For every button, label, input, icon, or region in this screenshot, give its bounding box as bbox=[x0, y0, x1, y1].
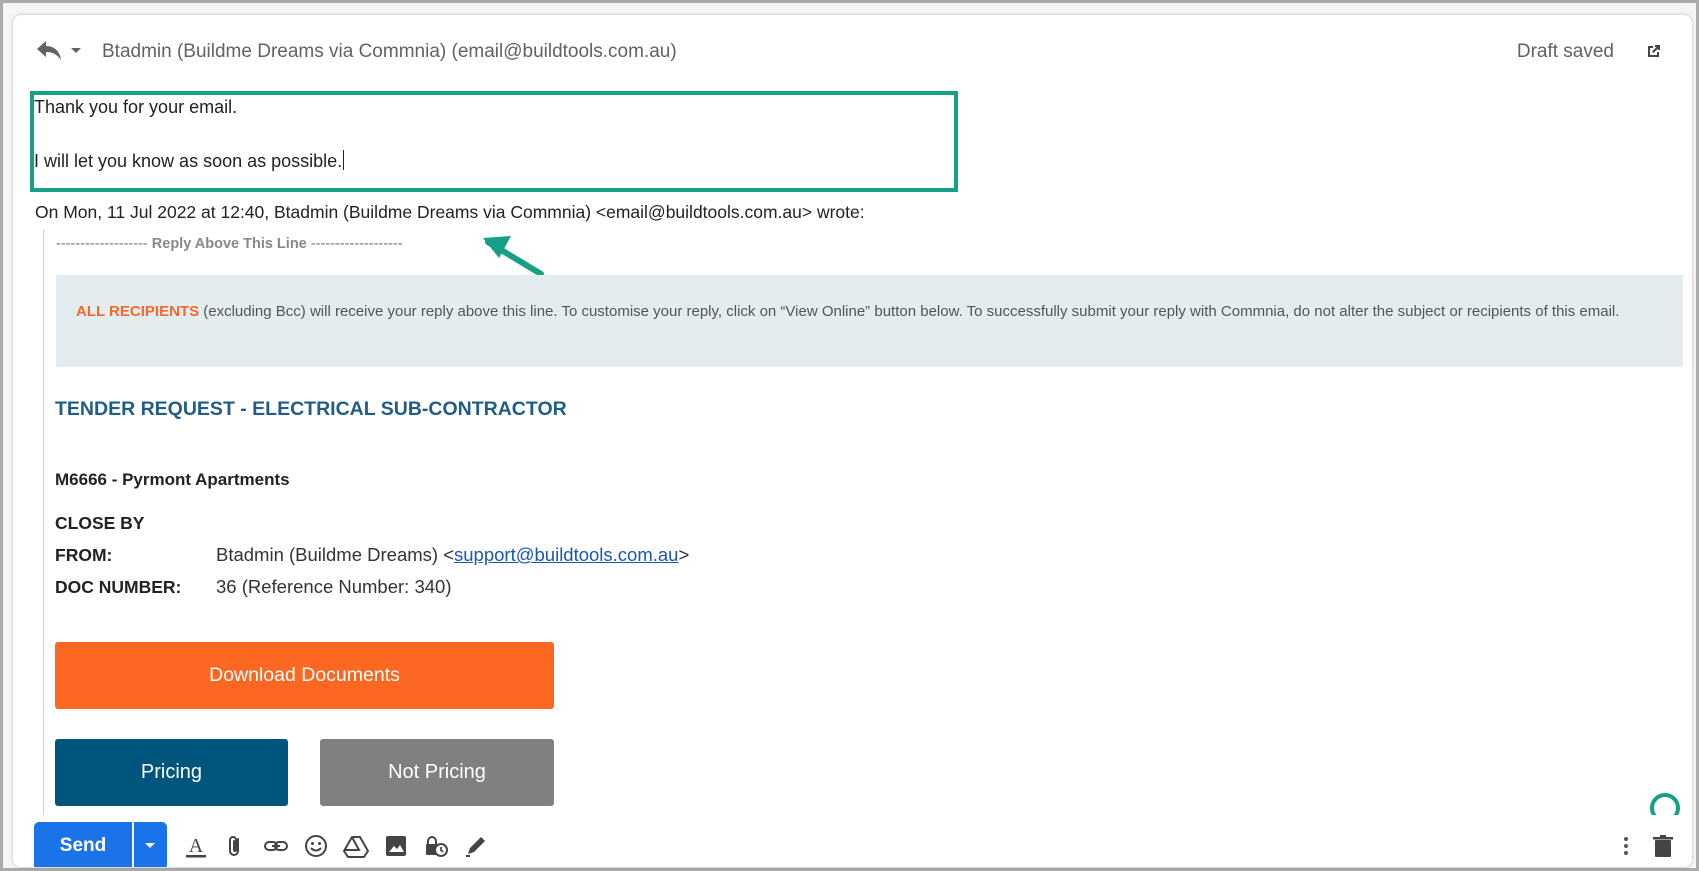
formatting-icon[interactable]: A bbox=[182, 832, 210, 860]
doc-number-label: DOC NUMBER: bbox=[55, 577, 182, 597]
quote-bar bbox=[43, 230, 44, 815]
reply-icon[interactable] bbox=[36, 39, 62, 61]
message-body[interactable]: Thank you for your email. I will let you… bbox=[13, 70, 1692, 815]
send-button[interactable]: Send bbox=[34, 822, 132, 867]
compose-card: Btadmin (Buildme Dreams via Commnia) (em… bbox=[13, 15, 1692, 867]
attach-icon[interactable] bbox=[222, 832, 250, 860]
recipients-notice: ALL RECIPIENTS (excluding Bcc) will rece… bbox=[56, 275, 1683, 367]
compose-toolbar: Send A bbox=[13, 815, 1692, 867]
reply-above-divider: ------------------- Reply Above This Lin… bbox=[56, 236, 403, 252]
confidential-icon[interactable] bbox=[422, 832, 450, 860]
divider-left: ------------------- bbox=[56, 236, 148, 252]
draft-status: Draft saved bbox=[1516, 41, 1614, 62]
compose-header: Btadmin (Buildme Dreams via Commnia) (em… bbox=[13, 15, 1692, 70]
link-icon[interactable] bbox=[262, 832, 290, 860]
reply-line-1[interactable]: Thank you for your email. bbox=[34, 97, 237, 118]
trash-icon[interactable] bbox=[1649, 832, 1677, 860]
drive-icon[interactable] bbox=[342, 832, 370, 860]
close-by-label: CLOSE BY bbox=[55, 513, 145, 533]
window-frame: Btadmin (Buildme Dreams via Commnia) (em… bbox=[3, 3, 1696, 868]
divider-right: ------------------- bbox=[310, 236, 403, 252]
from-email-link[interactable]: support@buildtools.com.au bbox=[454, 544, 678, 565]
recipient-header[interactable]: Btadmin (Buildme Dreams via Commnia) (em… bbox=[102, 41, 677, 63]
divider-label: Reply Above This Line bbox=[151, 236, 307, 252]
reply-line-2[interactable]: I will let you know as soon as possible. bbox=[34, 150, 345, 172]
more-options-icon[interactable] bbox=[1620, 832, 1632, 860]
download-documents-label: Download Documents bbox=[209, 664, 400, 686]
not-pricing-button[interactable]: Not Pricing bbox=[320, 739, 554, 806]
send-label: Send bbox=[59, 835, 107, 856]
project-name: M6666 - Pyrmont Apartments bbox=[55, 470, 290, 489]
from-label: FROM: bbox=[55, 545, 113, 565]
notice-text: (excluding Bcc) will receive your reply … bbox=[199, 303, 1620, 320]
reply-type-dropdown[interactable] bbox=[71, 48, 81, 53]
from-end: > bbox=[678, 544, 690, 565]
download-documents-button[interactable]: Download Documents bbox=[55, 642, 554, 709]
from-name: Btadmin (Buildme Dreams) < bbox=[216, 544, 455, 565]
emoji-icon[interactable] bbox=[302, 832, 330, 860]
pricing-label: Pricing bbox=[140, 761, 203, 783]
send-options-dropdown[interactable] bbox=[134, 822, 167, 867]
quote-attribution: On Mon, 11 Jul 2022 at 12:40, Btadmin (B… bbox=[35, 202, 865, 222]
signature-icon[interactable] bbox=[462, 832, 490, 860]
reply-line-2-text: I will let you know as soon as possible. bbox=[34, 151, 343, 171]
notice-highlight: ALL RECIPIENTS bbox=[76, 303, 200, 320]
not-pricing-label: Not Pricing bbox=[388, 761, 486, 783]
text-cursor bbox=[343, 150, 345, 170]
svg-text:A: A bbox=[189, 835, 204, 857]
tender-title: TENDER REQUEST - ELECTRICAL SUB-CONTRACT… bbox=[55, 398, 567, 420]
doc-number-value: 36 (Reference Number: 340) bbox=[216, 576, 452, 597]
pricing-button[interactable]: Pricing bbox=[55, 739, 288, 806]
popout-icon[interactable] bbox=[1646, 43, 1662, 59]
from-value: Btadmin (Buildme Dreams) <support@buildt… bbox=[216, 544, 689, 566]
photo-icon[interactable] bbox=[382, 832, 410, 860]
